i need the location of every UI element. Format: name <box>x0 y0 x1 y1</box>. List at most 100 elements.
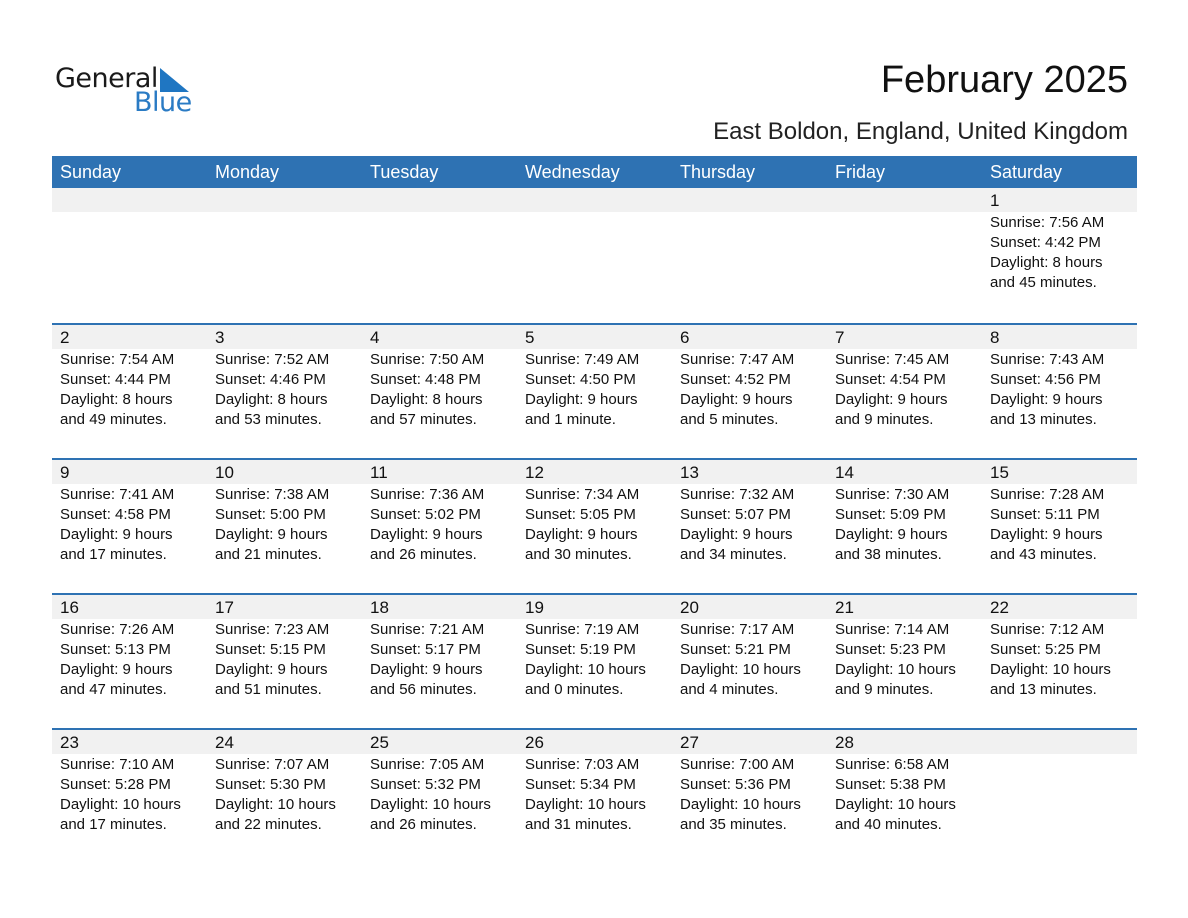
day-number <box>982 730 1137 754</box>
day-info: Sunrise: 7:17 AM Sunset: 5:21 PM Daylight:… <box>672 619 827 700</box>
day-number: 3 <box>207 325 362 349</box>
day-number: 24 <box>207 730 362 754</box>
daylight-text: Daylight: 9 hours <box>370 661 483 678</box>
weekday-thursday: Thursday <box>680 162 756 182</box>
sunset-text: Sunset: 5:17 PM <box>370 641 481 658</box>
day-cell: 2 Sunrise: 7:54 AM Sunset: 4:44 PM Daylight… <box>52 325 207 458</box>
sunrise-text: Sunrise: 7:21 AM <box>370 621 485 638</box>
sunrise-text: Sunrise: 7:56 AM <box>990 214 1105 231</box>
sunrise-text: Sunrise: 7:47 AM <box>680 351 795 368</box>
day-info: Sunrise: 7:56 AM Sunset: 4:42 PM Daylight:… <box>982 212 1137 293</box>
daylight-text: and 13 minutes. <box>990 681 1097 698</box>
day-info: Sunrise: 7:30 AM Sunset: 5:09 PM Daylight:… <box>827 484 982 565</box>
daylight-text: and 26 minutes. <box>370 546 477 563</box>
sunrise-text: Sunrise: 7:34 AM <box>525 486 640 503</box>
empty-day-cell <box>827 188 982 323</box>
daylight-text: Daylight: 9 hours <box>370 526 483 543</box>
empty-day-cell <box>982 730 1137 863</box>
sunrise-text: Sunrise: 7:12 AM <box>990 621 1105 638</box>
daylight-text: Daylight: 10 hours <box>680 661 801 678</box>
daylight-text: and 34 minutes. <box>680 546 787 563</box>
day-cell: 8 Sunrise: 7:43 AM Sunset: 4:56 PM Daylight… <box>982 325 1137 458</box>
sunset-text: Sunset: 5:02 PM <box>370 506 481 523</box>
day-number: 26 <box>517 730 672 754</box>
weekday-tuesday: Tuesday <box>370 162 439 182</box>
daylight-text: Daylight: 9 hours <box>835 391 948 408</box>
daylight-text: Daylight: 10 hours <box>525 661 646 678</box>
day-cell: 6 Sunrise: 7:47 AM Sunset: 4:52 PM Daylight… <box>672 325 827 458</box>
sunrise-text: Sunrise: 7:19 AM <box>525 621 640 638</box>
calendar-week-row: 1 Sunrise: 7:56 AM Sunset: 4:42 PM Daylight… <box>52 188 1137 323</box>
sunset-text: Sunset: 4:44 PM <box>60 371 171 388</box>
day-cell: 22 Sunrise: 7:12 AM Sunset: 5:25 PM Dayligh… <box>982 595 1137 728</box>
sunset-text: Sunset: 5:21 PM <box>680 641 791 658</box>
sunset-text: Sunset: 5:30 PM <box>215 776 326 793</box>
daylight-text: and 17 minutes. <box>60 546 167 563</box>
daylight-text: Daylight: 9 hours <box>60 526 173 543</box>
daylight-text: Daylight: 10 hours <box>990 661 1111 678</box>
day-cell: 1 Sunrise: 7:56 AM Sunset: 4:42 PM Daylight… <box>982 188 1137 323</box>
daylight-text: and 13 minutes. <box>990 411 1097 428</box>
daylight-text: and 9 minutes. <box>835 411 934 428</box>
daylight-text: Daylight: 9 hours <box>60 661 173 678</box>
daylight-text: and 40 minutes. <box>835 816 942 833</box>
day-number: 6 <box>672 325 827 349</box>
day-info: Sunrise: 7:23 AM Sunset: 5:15 PM Daylight:… <box>207 619 362 700</box>
weekday-friday: Friday <box>835 162 886 182</box>
weekday-wednesday: Wednesday <box>525 162 620 182</box>
day-number <box>207 188 362 212</box>
day-number: 12 <box>517 460 672 484</box>
sunset-text: Sunset: 4:48 PM <box>370 371 481 388</box>
day-cell: 7 Sunrise: 7:45 AM Sunset: 4:54 PM Daylight… <box>827 325 982 458</box>
sunset-text: Sunset: 5:28 PM <box>60 776 171 793</box>
sunrise-text: Sunrise: 7:45 AM <box>835 351 950 368</box>
day-info: Sunrise: 7:03 AM Sunset: 5:34 PM Daylight:… <box>517 754 672 835</box>
day-info: Sunrise: 7:54 AM Sunset: 4:44 PM Daylight:… <box>52 349 207 430</box>
sunset-text: Sunset: 5:13 PM <box>60 641 171 658</box>
day-number: 15 <box>982 460 1137 484</box>
day-number: 28 <box>827 730 982 754</box>
daylight-text: Daylight: 8 hours <box>60 391 173 408</box>
day-number: 19 <box>517 595 672 619</box>
daylight-text: and 17 minutes. <box>60 816 167 833</box>
day-number <box>672 188 827 212</box>
day-info: Sunrise: 7:36 AM Sunset: 5:02 PM Daylight:… <box>362 484 517 565</box>
daylight-text: and 5 minutes. <box>680 411 779 428</box>
sunset-text: Sunset: 5:32 PM <box>370 776 481 793</box>
sunrise-text: Sunrise: 7:50 AM <box>370 351 485 368</box>
day-number <box>517 188 672 212</box>
day-info: Sunrise: 7:32 AM Sunset: 5:07 PM Daylight:… <box>672 484 827 565</box>
sunrise-text: Sunrise: 7:52 AM <box>215 351 330 368</box>
sunrise-text: Sunrise: 7:36 AM <box>370 486 485 503</box>
daylight-text: and 21 minutes. <box>215 546 322 563</box>
day-number: 14 <box>827 460 982 484</box>
sunset-text: Sunset: 5:23 PM <box>835 641 946 658</box>
day-number: 13 <box>672 460 827 484</box>
day-number: 4 <box>362 325 517 349</box>
day-cell: 25 Sunrise: 7:05 AM Sunset: 5:32 PM Dayligh… <box>362 730 517 863</box>
sunset-text: Sunset: 5:34 PM <box>525 776 636 793</box>
sunrise-text: Sunrise: 7:32 AM <box>680 486 795 503</box>
sunset-text: Sunset: 5:15 PM <box>215 641 326 658</box>
day-number: 5 <box>517 325 672 349</box>
day-cell: 17 Sunrise: 7:23 AM Sunset: 5:15 PM Dayligh… <box>207 595 362 728</box>
location-subtitle: East Boldon, England, United Kingdom <box>713 118 1128 145</box>
daylight-text: and 35 minutes. <box>680 816 787 833</box>
sunrise-text: Sunrise: 7:07 AM <box>215 756 330 773</box>
sunset-text: Sunset: 5:38 PM <box>835 776 946 793</box>
day-cell: 11 Sunrise: 7:36 AM Sunset: 5:02 PM Dayligh… <box>362 460 517 593</box>
day-cell: 4 Sunrise: 7:50 AM Sunset: 4:48 PM Daylight… <box>362 325 517 458</box>
day-number: 1 <box>982 188 1137 212</box>
day-info: Sunrise: 7:00 AM Sunset: 5:36 PM Daylight:… <box>672 754 827 835</box>
calendar-week-row: 23 Sunrise: 7:10 AM Sunset: 5:28 PM Dayligh… <box>52 728 1137 863</box>
empty-day-cell <box>672 188 827 323</box>
calendar-week-row: 16 Sunrise: 7:26 AM Sunset: 5:13 PM Dayligh… <box>52 593 1137 728</box>
day-number: 9 <box>52 460 207 484</box>
day-number: 11 <box>362 460 517 484</box>
calendar: Sunday Monday Tuesday Wednesday Thursday… <box>52 156 1137 863</box>
daylight-text: and 4 minutes. <box>680 681 779 698</box>
sunset-text: Sunset: 5:19 PM <box>525 641 636 658</box>
sunset-text: Sunset: 5:00 PM <box>215 506 326 523</box>
day-cell: 5 Sunrise: 7:49 AM Sunset: 4:50 PM Daylight… <box>517 325 672 458</box>
sunrise-text: Sunrise: 7:49 AM <box>525 351 640 368</box>
